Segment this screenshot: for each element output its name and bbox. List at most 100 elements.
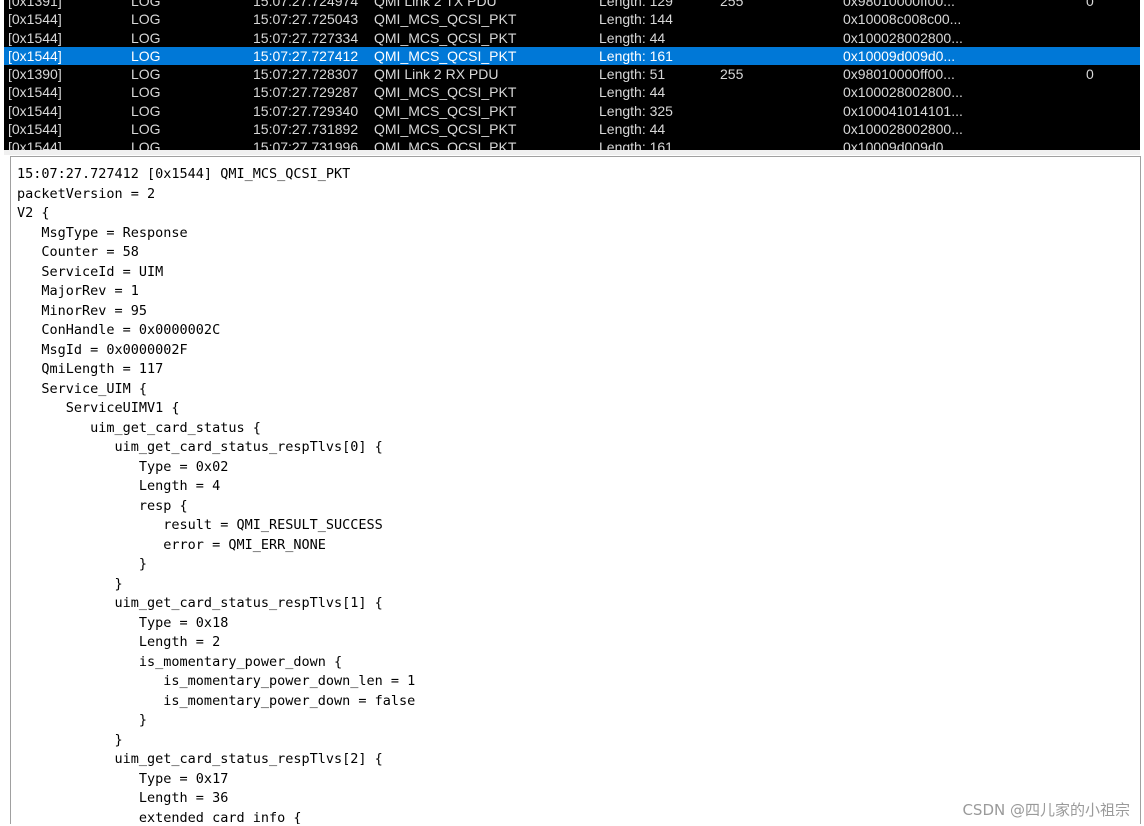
detail-line: uim_get_card_status { <box>17 419 261 436</box>
log-row[interactable]: [0x1391] LOG 15:07:27.724974 QMI Link 2 TX … <box>4 0 1140 10</box>
detail-line: error = QMI_ERR_NONE <box>17 536 326 553</box>
detail-line: Type = 0x17 <box>17 770 229 787</box>
detail-line: Type = 0x02 <box>17 458 229 475</box>
log-row[interactable]: [0x1544] LOG 15:07:27.731996 QMI_MCS_QCSI_P… <box>4 138 1140 150</box>
detail-line: uim_get_card_status_respTlvs[2] { <box>17 751 383 767</box>
log-type-cell: LOG <box>131 84 161 101</box>
log-data-cell: 0x100028002800... <box>843 29 963 46</box>
detail-line: Type = 0x18 <box>17 614 229 631</box>
log-type-cell: LOG <box>131 139 161 150</box>
detail-line: is_momentary_power_down { <box>17 653 343 670</box>
detail-line: Length = 36 <box>17 790 229 806</box>
log-time-cell: 15:07:27.729287 <box>253 84 359 101</box>
log-time-cell: 15:07:27.729340 <box>253 102 359 119</box>
log-name-cell: QMI_MCS_QCSI_PKT <box>374 29 517 46</box>
detail-line: MajorRev = 1 <box>17 283 139 299</box>
detail-line: ServiceUIMV1 { <box>17 400 180 416</box>
log-data-cell: 0x10009d009d0... <box>843 139 956 150</box>
log-data-cell: 0x100028002800... <box>843 84 963 101</box>
log-length-cell: Length: 44 <box>599 121 666 138</box>
detail-line: 15:07:27.727412 [0x1544] QMI_MCS_QCSI_PK… <box>17 166 351 182</box>
log-pid-cell: [0x1544] <box>8 102 62 119</box>
log-pid-cell: [0x1544] <box>8 29 62 46</box>
log-row[interactable]: [0x1544] LOG 15:07:27.731892 QMI_MCS_QCSI_P… <box>4 120 1140 138</box>
log-name-cell: QMI_MCS_QCSI_PKT <box>374 102 517 119</box>
log-type-cell: LOG <box>131 102 161 119</box>
log-type-cell: LOG <box>131 121 161 138</box>
detail-line: } <box>17 575 123 592</box>
detail-line: } <box>17 712 148 728</box>
detail-line: is_momentary_power_down_len = 1 <box>17 673 416 689</box>
log-type-cell: LOG <box>131 0 161 9</box>
detail-line: ConHandle = 0x0000002C <box>17 322 221 338</box>
log-pid-cell: [0x1544] <box>8 139 62 150</box>
packet-detail-pane: 15:07:27.727412 [0x1544] QMI_MCS_QCSI_PK… <box>10 156 1141 824</box>
detail-line: QmiLength = 117 <box>17 361 164 377</box>
detail-line: V2 { <box>17 205 50 221</box>
detail-line: uim_get_card_status_respTlvs[0] { <box>17 439 383 455</box>
detail-line: Length = 2 <box>17 634 221 650</box>
detail-line: MsgType = Response <box>17 224 188 241</box>
log-time-cell: 15:07:27.727412 <box>253 47 359 64</box>
detail-line: packetVersion = 2 <box>17 185 156 202</box>
log-time-cell: 15:07:27.724974 <box>253 0 359 9</box>
log-data-cell: 0x100028002800... <box>843 121 963 138</box>
detail-line: MsgId = 0x0000002F <box>17 341 188 358</box>
log-row-selected[interactable]: [0x1544] LOG 15:07:27.727412 QMI_MCS_QCSI_P… <box>4 46 1140 66</box>
log-time-cell: 15:07:27.731996 <box>253 139 359 150</box>
detail-line: uim_get_card_status_respTlvs[1] { <box>17 595 383 611</box>
pane-splitter[interactable] <box>4 150 1140 155</box>
log-pid-cell: [0x1391] <box>8 0 62 9</box>
detail-line: result = QMI_RESULT_SUCCESS <box>17 517 383 533</box>
log-type-cell: LOG <box>131 47 161 64</box>
detail-line: resp { <box>17 497 188 514</box>
log-pid-cell: [0x1544] <box>8 84 62 101</box>
packet-detail-text: 15:07:27.727412 [0x1544] QMI_MCS_QCSI_PK… <box>17 165 415 824</box>
log-row[interactable]: [0x1390] LOG 15:07:27.728307 QMI Link 2 RX … <box>4 65 1140 83</box>
log-table: [0x1391] LOG 15:07:27.724974 QMI Link 2 TX … <box>4 0 1140 150</box>
log-data-cell: 0x10009d009d0... <box>843 47 956 64</box>
log-data-cell: 0x10008c008c00... <box>843 11 962 28</box>
log-name-cell: QMI_MCS_QCSI_PKT <box>374 139 517 150</box>
detail-line: } <box>17 556 148 572</box>
log-name-cell: QMI_MCS_QCSI_PKT <box>374 47 517 64</box>
log-length-cell: Length: 161 <box>599 139 673 150</box>
log-name-cell: QMI_MCS_QCSI_PKT <box>374 84 517 101</box>
detail-line: Counter = 58 <box>17 244 139 260</box>
log-ext-cell: 255 <box>720 0 744 9</box>
log-row[interactable]: [0x1544] LOG 15:07:27.729340 QMI_MCS_QCSI_P… <box>4 102 1140 120</box>
log-name-cell: QMI Link 2 RX PDU <box>374 66 499 83</box>
detail-line: extended_card_info { <box>17 809 302 825</box>
log-pid-cell: [0x1390] <box>8 66 62 83</box>
log-row[interactable]: [0x1544] LOG 15:07:27.727334 QMI_MCS_QCSI_P… <box>4 29 1140 47</box>
log-pid-cell: [0x1544] <box>8 11 62 28</box>
log-time-cell: 15:07:27.727334 <box>253 29 359 46</box>
log-length-cell: Length: 51 <box>599 66 666 83</box>
log-type-cell: LOG <box>131 11 161 28</box>
log-length-cell: Length: 325 <box>599 102 673 119</box>
detail-line: MinorRev = 95 <box>17 302 148 319</box>
log-time-cell: 15:07:27.725043 <box>253 11 359 28</box>
watermark: CSDN @四儿家的小祖宗 <box>962 801 1130 819</box>
detail-line: } <box>17 731 123 748</box>
log-name-cell: QMI_MCS_QCSI_PKT <box>374 121 517 138</box>
log-type-cell: LOG <box>131 29 161 46</box>
log-length-cell: Length: 144 <box>599 11 673 28</box>
detail-line: Service_UIM { <box>17 380 148 397</box>
log-rows: [0x1391] LOG 15:07:27.724974 QMI Link 2 TX … <box>4 0 1140 150</box>
log-time-cell: 15:07:27.731892 <box>253 121 359 138</box>
log-time-cell: 15:07:27.728307 <box>253 66 359 83</box>
log-name-cell: QMI Link 2 TX PDU <box>374 0 497 9</box>
log-last-cell: 0 <box>1086 66 1094 83</box>
detail-line: is_momentary_power_down = false <box>17 692 416 709</box>
detail-line: Length = 4 <box>17 478 221 494</box>
log-data-cell: 0x98010000ff00... <box>843 66 955 83</box>
log-row[interactable]: [0x1544] LOG 15:07:27.725043 QMI_MCS_QCSI_P… <box>4 10 1140 28</box>
detail-line: ServiceId = UIM <box>17 263 164 280</box>
log-length-cell: Length: 44 <box>599 29 666 46</box>
log-row[interactable]: [0x1544] LOG 15:07:27.729287 QMI_MCS_QCSI_P… <box>4 83 1140 101</box>
log-length-cell: Length: 129 <box>599 0 673 9</box>
log-ext-cell: 255 <box>720 66 744 83</box>
log-type-cell: LOG <box>131 66 161 83</box>
log-name-cell: QMI_MCS_QCSI_PKT <box>374 11 517 28</box>
